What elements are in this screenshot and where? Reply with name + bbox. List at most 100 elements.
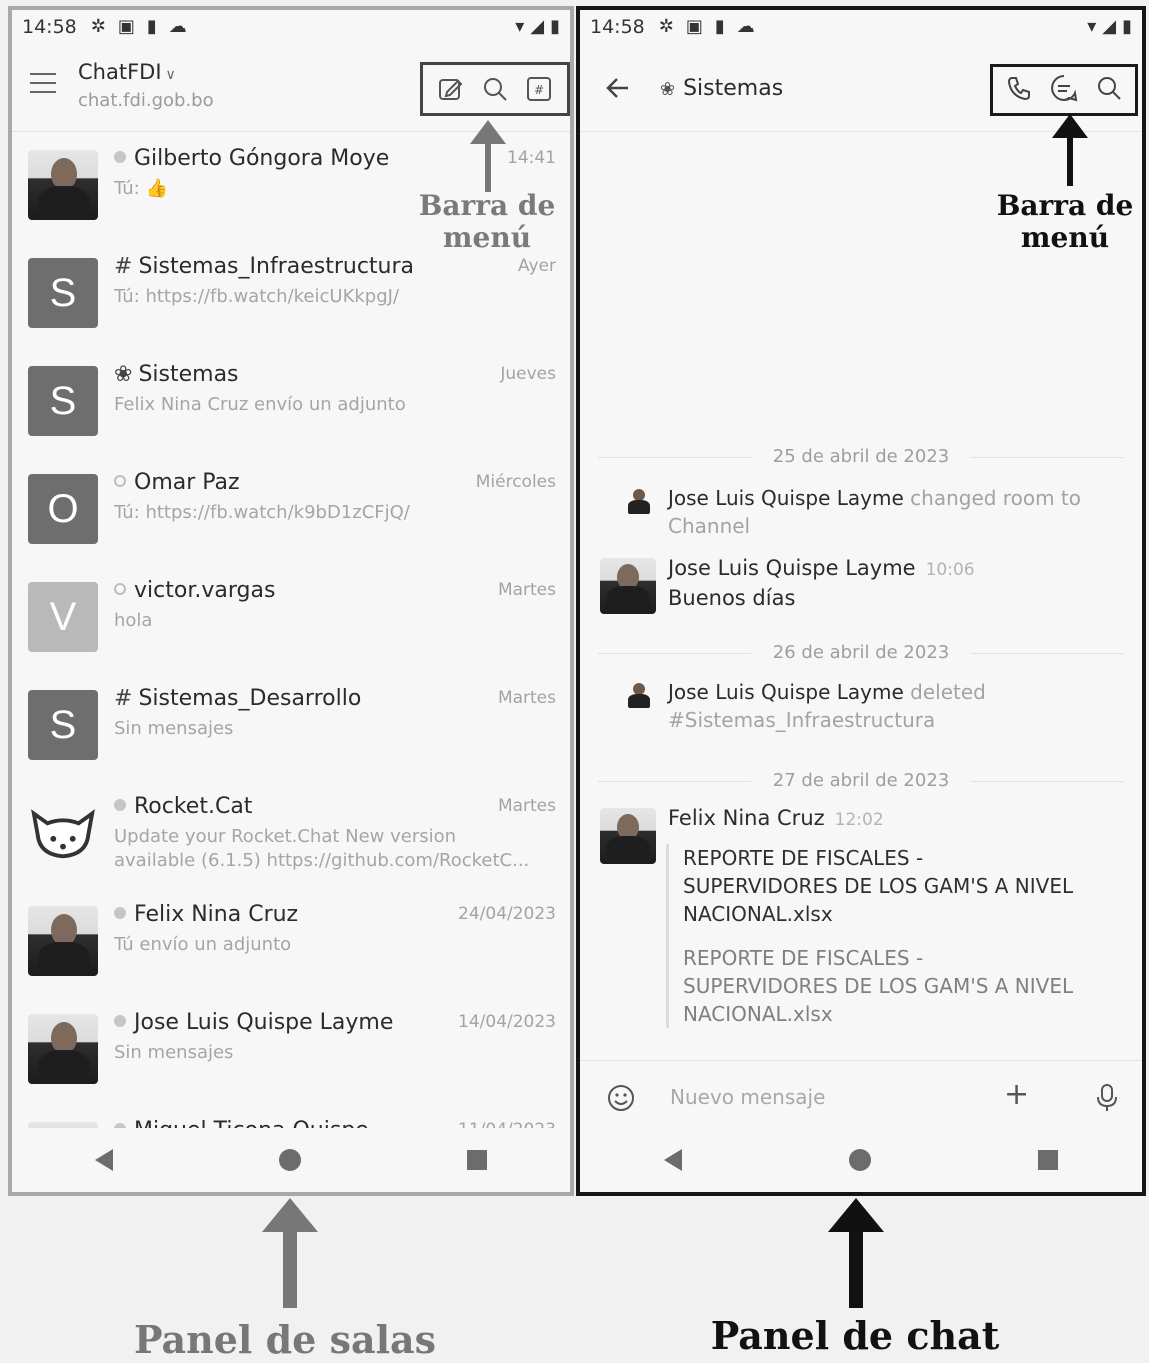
call-icon[interactable]: [1005, 74, 1033, 106]
edit-icon[interactable]: [437, 75, 465, 103]
room-name: Sistemas_Desarrollo: [138, 686, 362, 711]
room-item[interactable]: S # Sistemas_Desarrollo Martes Sin mensaj…: [12, 674, 570, 782]
workspace-name: ChatFDI: [78, 60, 162, 84]
chat-panel-label: Panel de chat: [710, 1313, 1000, 1358]
room-name: Rocket.Cat: [134, 794, 253, 819]
image-icon: ▣: [117, 16, 135, 37]
room-item[interactable]: Jose Luis Quispe Layme 14/04/2023 Sin me…: [12, 998, 570, 1106]
room-time: 14/04/2023: [458, 1012, 556, 1032]
status-time: 14:58: [22, 16, 77, 38]
presence-icon: [114, 583, 126, 595]
search-icon[interactable]: [1095, 74, 1123, 106]
avatar[interactable]: [600, 558, 656, 614]
room-name: Gilberto Góngora Moye: [134, 146, 390, 171]
back-arrow-icon[interactable]: [604, 74, 632, 106]
settings-icon: ✲: [90, 16, 106, 37]
message-time: 10:06: [925, 560, 975, 580]
attachment-title: REPORTE DE FISCALES - SUPERVIDORES DE LO…: [683, 846, 1074, 926]
date-divider: 25 de abril de 2023: [598, 446, 1124, 470]
message-header: Felix Nina Cruz 12:02: [668, 806, 884, 830]
avatar[interactable]: [600, 808, 656, 864]
sd-card-icon: ▮: [714, 16, 725, 37]
system-message: Jose Luis Quispe Layme changed room to C…: [668, 486, 1081, 538]
room-item[interactable]: O Omar Paz Miércoles Tú: https://fb.watc…: [12, 458, 570, 566]
room-item[interactable]: S # Sistemas_Infraestructura Ayer Tú: htt…: [12, 242, 570, 350]
rooms-menu-bar: #: [420, 62, 570, 116]
room-item[interactable]: Rocket.Cat Martes Update your Rocket.Cha…: [12, 782, 570, 890]
room-name: Sistemas_Infraestructura: [138, 254, 415, 279]
nav-home-icon[interactable]: [848, 1149, 871, 1171]
date-divider: 26 de abril de 2023: [598, 642, 1124, 666]
room-time: 24/04/2023: [458, 904, 556, 924]
message-author[interactable]: Jose Luis Quispe Layme: [668, 556, 916, 580]
presence-icon: [114, 151, 126, 163]
presence-icon: [114, 475, 126, 487]
channel-hash-icon: #: [114, 254, 133, 279]
microphone-icon[interactable]: [1094, 1083, 1120, 1117]
avatar: [28, 150, 98, 220]
chat-menu-bar: [990, 64, 1138, 116]
settings-icon: ✲: [658, 16, 674, 37]
message-header: Jose Luis Quispe Layme 10:06: [668, 556, 975, 580]
date-divider: 27 de abril de 2023: [598, 770, 1124, 794]
presence-icon: [114, 799, 126, 811]
message-author[interactable]: Felix Nina Cruz: [668, 806, 825, 830]
hamburger-menu-icon[interactable]: [30, 73, 56, 93]
avatar: O: [28, 474, 98, 544]
annotation-arrow: [468, 120, 508, 192]
nav-recents-icon[interactable]: [467, 1150, 487, 1170]
room-time: Jueves: [500, 364, 556, 384]
android-nav-bar: [12, 1128, 570, 1192]
room-last-message: Sin mensajes: [114, 718, 234, 739]
nav-recents-icon[interactable]: [1038, 1150, 1059, 1170]
nav-back-icon[interactable]: [95, 1149, 113, 1171]
wifi-icon: ▾: [1087, 16, 1097, 37]
team-icon: ❀: [660, 79, 676, 100]
attachment-description: REPORTE DE FISCALES - SUPERVIDORES DE LO…: [683, 946, 1074, 1026]
avatar: S: [28, 690, 98, 760]
file-attachment[interactable]: REPORTE DE FISCALES - SUPERVIDORES DE LO…: [666, 844, 1126, 1028]
room-last-message-line2: available (6.1.5) https://github.com/Roc…: [114, 850, 530, 871]
avatar: [28, 906, 98, 976]
room-name: Jose Luis Quispe Layme: [134, 1010, 394, 1035]
room-last-message: Tú: https://fb.watch/k9bD1zCFjQ/: [114, 502, 410, 523]
emoji-icon[interactable]: [606, 1083, 636, 1117]
battery-icon: ▮: [550, 16, 560, 37]
room-item[interactable]: Felix Nina Cruz 24/04/2023 Tú envío un a…: [12, 890, 570, 998]
room-name: Sistemas: [138, 362, 239, 387]
chat-panel-screen: 14:58 ✲ ▣ ▮ ☁ ▾ ◢ ▮ ❀ Sistemas Barra de …: [576, 6, 1146, 1196]
nav-home-icon[interactable]: [279, 1149, 301, 1171]
room-time: Martes: [497, 796, 556, 816]
room-list: Gilberto Góngora Moye 14:41 Tú: 👍 S # Sis…: [12, 134, 570, 1130]
status-time: 14:58: [590, 16, 645, 38]
team-icon: ❀: [114, 362, 133, 387]
threads-icon[interactable]: [1049, 73, 1079, 107]
presence-icon: [114, 907, 126, 919]
message-input[interactable]: Nuevo mensaje: [670, 1085, 825, 1109]
room-item[interactable]: V victor.vargas Martes hola: [12, 566, 570, 674]
nav-back-icon[interactable]: [663, 1149, 682, 1171]
android-nav-bar: [580, 1128, 1142, 1192]
presence-icon: [114, 1015, 126, 1027]
wifi-icon: ▾: [515, 16, 525, 37]
directory-icon[interactable]: #: [525, 75, 553, 103]
room-time: Miércoles: [475, 472, 556, 492]
workspace-switcher[interactable]: ChatFDI ∨: [78, 60, 176, 84]
annotation-arrow: [262, 1198, 318, 1308]
room-title[interactable]: ❀ Sistemas: [660, 76, 783, 101]
chevron-down-icon: ∨: [165, 67, 176, 83]
plus-icon[interactable]: +: [1004, 1077, 1029, 1112]
room-item[interactable]: Miguel Ticona Quispe 11/04/2023: [12, 1106, 570, 1130]
system-message: Jose Luis Quispe Layme deleted #Sistemas…: [668, 680, 986, 732]
room-last-message: Tú envío un adjunto: [114, 934, 292, 955]
private-channel-icon: #: [114, 686, 133, 711]
room-item[interactable]: S ❀ Sistemas Jueves Felix Nina Cruz envío…: [12, 350, 570, 458]
menu-bar-annotation: Barra de menú: [418, 189, 556, 255]
rooms-panel-screen: 14:58 ✲ ▣ ▮ ☁ ▾ ◢ ▮ ChatFDI ∨ chat.fdi.go…: [8, 6, 574, 1196]
annotation-arrow: [828, 1198, 884, 1308]
room-time: Martes: [497, 688, 556, 708]
avatar: [624, 486, 654, 516]
signal-icon: ◢: [530, 16, 545, 37]
search-icon[interactable]: [481, 75, 509, 103]
avatar: V: [28, 582, 98, 652]
